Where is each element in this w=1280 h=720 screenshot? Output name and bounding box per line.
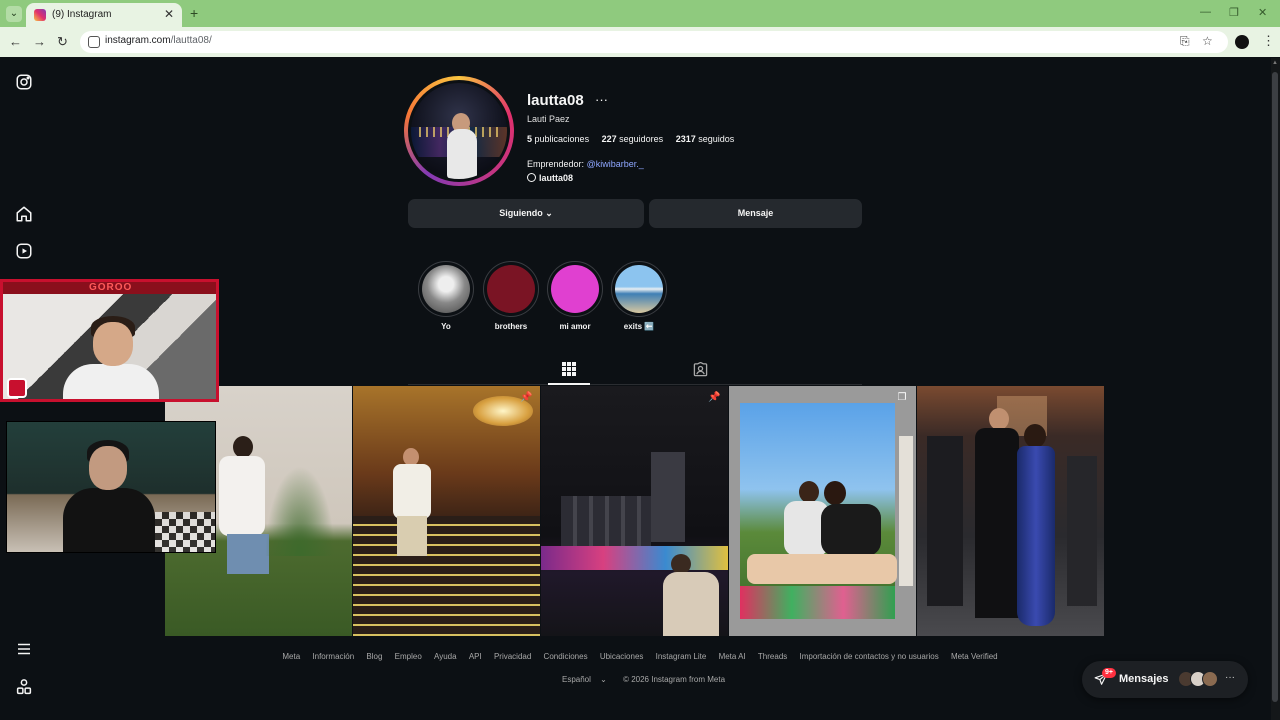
following-stat[interactable]: 2317 seguidos: [676, 134, 735, 144]
highlight-cover: [551, 265, 599, 313]
highlight-cover: [487, 265, 535, 313]
profile-stats: 5 publicaciones 227 seguidores 2317 segu…: [527, 134, 744, 144]
threads-icon: [527, 173, 536, 182]
message-button[interactable]: Mensaje: [649, 199, 862, 228]
footer-link[interactable]: Blog: [366, 652, 382, 661]
following-button[interactable]: Siguiendo ⌄: [408, 199, 644, 228]
reels-icon[interactable]: [15, 242, 33, 260]
footer-link[interactable]: Ubicaciones: [600, 652, 644, 661]
scroll-up-arrow-icon[interactable]: ▲: [1272, 60, 1278, 66]
overlay-banner-text: GOROO: [89, 282, 133, 293]
instagram-logo-icon[interactable]: [15, 73, 33, 91]
browser-tabbar: ⌄ (9) Instagram ✕ + — ❐ ✕: [0, 0, 1280, 27]
minimize-icon[interactable]: —: [1200, 6, 1211, 18]
profile-avatar: [408, 80, 510, 182]
club-logo-icon: [7, 378, 27, 398]
copyright-text: © 2026 Instagram from Meta: [623, 675, 726, 684]
post-thumbnail[interactable]: ❐: [729, 386, 916, 636]
bio-mention-link[interactable]: @kiwibarber._: [587, 159, 644, 169]
pinned-icon: 📌: [708, 392, 721, 403]
highlight-label: mi amor: [559, 322, 591, 331]
highlight-label: brothers: [494, 322, 528, 331]
footer-links: Meta Información Blog Empleo Ayuda API P…: [0, 652, 1280, 661]
more-icon: ···: [1225, 672, 1235, 683]
footer-link[interactable]: Importación de contactos y no usuarios: [800, 652, 939, 661]
browser-tab[interactable]: (9) Instagram ✕: [26, 3, 182, 27]
home-icon[interactable]: [15, 205, 33, 223]
footer-link[interactable]: Threads: [758, 652, 787, 661]
post-thumbnail[interactable]: [917, 386, 1104, 636]
scrollbar-thumb[interactable]: [1272, 72, 1278, 702]
close-tab-icon[interactable]: ✕: [164, 7, 174, 21]
messages-label: Mensajes: [1119, 673, 1169, 685]
unread-badge: 9+: [1102, 668, 1116, 678]
browser-toolbar: ← → ↻ instagram.com/lautta08/ ⎘ ☆ ⋮: [0, 27, 1280, 57]
url-text: instagram.com/lautta08/: [105, 35, 212, 46]
highlight-item[interactable]: Yo: [417, 261, 475, 331]
footer-link[interactable]: Condiciones: [544, 652, 588, 661]
post-thumbnail[interactable]: 📌: [541, 386, 728, 636]
highlight-cover: [422, 265, 470, 313]
browser-profile-avatar[interactable]: [1235, 35, 1249, 49]
avatar: [1202, 671, 1218, 687]
browser-menu-icon[interactable]: ⋮: [1262, 33, 1275, 49]
tab-tagged-icon[interactable]: [693, 361, 708, 377]
footer-link[interactable]: Información: [312, 652, 354, 661]
new-tab-icon[interactable]: +: [190, 5, 198, 21]
reload-icon[interactable]: ↻: [57, 34, 68, 50]
back-icon[interactable]: ←: [9, 34, 22, 49]
footer-link[interactable]: API: [469, 652, 482, 661]
footer-link[interactable]: Meta: [282, 652, 300, 661]
footer-link[interactable]: Empleo: [395, 652, 422, 661]
webcam-overlay: GOROO: [0, 279, 219, 402]
highlight-item[interactable]: exits ⬅️: [610, 261, 668, 331]
webcam-overlay-secondary: [6, 421, 216, 553]
restore-icon[interactable]: ❐: [1229, 6, 1239, 19]
site-info-icon[interactable]: [88, 36, 100, 48]
forward-icon[interactable]: →: [33, 34, 46, 49]
options-icon[interactable]: ···: [595, 92, 608, 107]
threads-link[interactable]: lautta08: [527, 173, 573, 183]
highlight-item[interactable]: brothers: [482, 261, 540, 331]
profile-tabs-divider: [408, 384, 862, 385]
profile-avatar-ring[interactable]: [404, 76, 514, 186]
footer-link[interactable]: Meta Verified: [951, 652, 998, 661]
profile-username: lautta08: [527, 92, 584, 109]
tab-posts-grid-icon[interactable]: [562, 362, 576, 376]
carousel-icon: ❐: [897, 392, 907, 403]
profile-full-name: Lauti Paez: [527, 114, 570, 124]
posts-stat: 5 publicaciones: [527, 134, 590, 144]
tab-title: (9) Instagram: [52, 9, 112, 20]
footer-link[interactable]: Ayuda: [434, 652, 457, 661]
followers-stat[interactable]: 227 seguidores: [602, 134, 664, 144]
bookmark-star-icon[interactable]: ☆: [1202, 34, 1213, 48]
footer-link[interactable]: Instagram Lite: [656, 652, 707, 661]
address-bar[interactable]: instagram.com/lautta08/ ⎘ ☆: [80, 31, 1228, 53]
instagram-favicon-icon: [34, 9, 46, 21]
install-app-icon[interactable]: ⎘: [1180, 34, 1190, 49]
profile-bio: Emprendedor: @kiwibarber._: [527, 159, 644, 169]
highlight-label: exits ⬅️: [623, 322, 655, 331]
highlight-cover: [615, 265, 663, 313]
messages-drawer-button[interactable]: 9+ Mensajes ···: [1082, 661, 1248, 698]
tab-search-button[interactable]: ⌄: [6, 6, 22, 22]
highlight-item[interactable]: mi amor: [546, 261, 604, 331]
language-select[interactable]: Español ⌄: [555, 675, 607, 684]
tab-active-indicator: [548, 383, 590, 385]
close-window-icon[interactable]: ✕: [1258, 6, 1267, 19]
footer-link[interactable]: Meta AI: [719, 652, 746, 661]
pinned-icon: 📌: [520, 392, 533, 403]
highlight-label: Yo: [441, 322, 451, 331]
footer-link[interactable]: Privacidad: [494, 652, 531, 661]
post-thumbnail[interactable]: 📌: [353, 386, 540, 636]
